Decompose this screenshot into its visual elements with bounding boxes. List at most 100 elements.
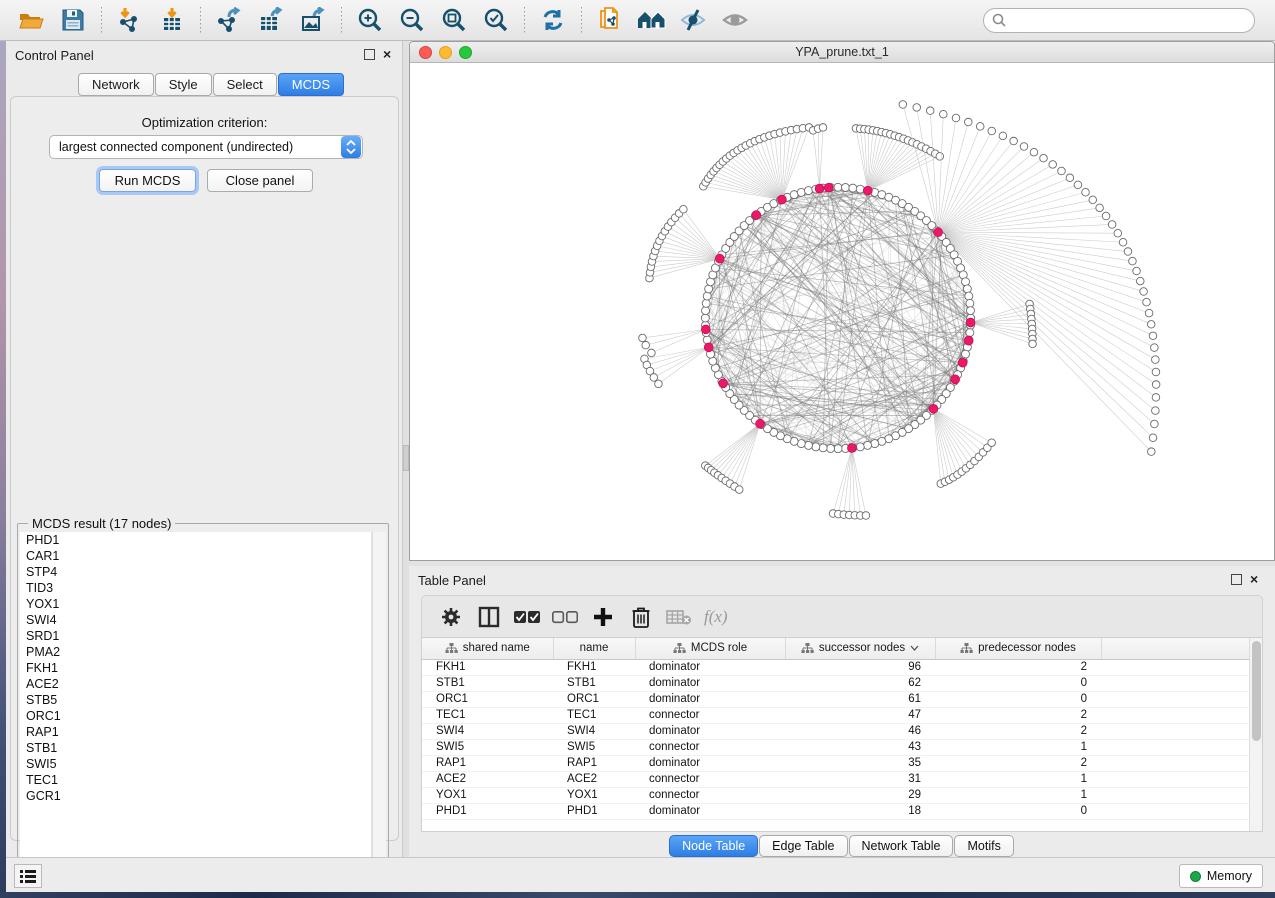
table-cell[interactable]: FKH1: [422, 659, 553, 675]
result-node-item[interactable]: TID3: [20, 580, 371, 596]
zoom-selected-button[interactable]: [481, 5, 511, 35]
table-cell[interactable]: 2: [935, 755, 1101, 771]
table-cell[interactable]: 29: [785, 787, 935, 803]
graph-node-dominator[interactable]: [815, 184, 824, 193]
hide-details-button[interactable]: [679, 5, 709, 35]
graph-node-dominator[interactable]: [719, 379, 728, 388]
table-cell[interactable]: STB1: [422, 675, 553, 691]
export-image-button[interactable]: [298, 5, 328, 35]
table-cell[interactable]: 18: [785, 803, 935, 819]
table-cell[interactable]: TEC1: [422, 707, 553, 723]
result-node-item[interactable]: SRD1: [20, 628, 371, 644]
result-node-item[interactable]: STB5: [20, 692, 371, 708]
graph-node-dominator[interactable]: [704, 343, 713, 352]
table-cell[interactable]: 61: [785, 691, 935, 707]
graph-node-dominator[interactable]: [756, 419, 765, 428]
graph-node-dominator[interactable]: [701, 325, 710, 334]
graph-node-dominator[interactable]: [752, 211, 761, 220]
table-settings-button[interactable]: [436, 602, 466, 632]
table-cell[interactable]: dominator: [635, 659, 785, 675]
table-row[interactable]: STB1STB1dominator620: [422, 675, 1250, 691]
column-header-MCDS-role[interactable]: MCDS role: [635, 638, 785, 659]
table-scrollbar[interactable]: [1249, 638, 1262, 831]
table-cell[interactable]: connector: [635, 787, 785, 803]
table-cell[interactable]: 0: [935, 691, 1101, 707]
column-header-name[interactable]: name: [553, 638, 635, 659]
table-row[interactable]: RAP1RAP1dominator352: [422, 755, 1250, 771]
graph-node-dominator[interactable]: [934, 228, 943, 237]
zoom-in-button[interactable]: [355, 5, 385, 35]
table-row[interactable]: ORC1ORC1dominator610: [422, 691, 1250, 707]
result-node-item[interactable]: ORC1: [20, 708, 371, 724]
table-cell[interactable]: YOX1: [422, 787, 553, 803]
result-node-item[interactable]: YOX1: [20, 596, 371, 612]
save-session-button[interactable]: [58, 5, 88, 35]
graph-node-dominator[interactable]: [951, 375, 960, 384]
float-panel-button[interactable]: [364, 49, 375, 60]
table-cell[interactable]: 0: [935, 675, 1101, 691]
result-node-item[interactable]: RAP1: [20, 724, 371, 740]
show-details-button[interactable]: [721, 5, 751, 35]
table-row[interactable]: TEC1TEC1connector472: [422, 707, 1250, 723]
table-cell[interactable]: TEC1: [553, 707, 635, 723]
export-table-button[interactable]: [256, 5, 286, 35]
table-cell[interactable]: ACE2: [553, 771, 635, 787]
table-cell[interactable]: 35: [785, 755, 935, 771]
memory-button[interactable]: Memory: [1179, 864, 1263, 888]
table-cell[interactable]: 47: [785, 707, 935, 723]
table-cell[interactable]: YOX1: [553, 787, 635, 803]
tab-network-table[interactable]: Network Table: [849, 835, 954, 857]
table-cell[interactable]: ORC1: [422, 691, 553, 707]
result-node-item[interactable]: STP4: [20, 564, 371, 580]
tab-node-table[interactable]: Node Table: [669, 835, 758, 857]
graph-node-dominator[interactable]: [966, 318, 975, 327]
graph-node-dominator[interactable]: [863, 186, 872, 195]
table-row[interactable]: FKH1FKH1dominator962: [422, 659, 1250, 675]
result-node-item[interactable]: CAR1: [20, 548, 371, 564]
mcds-result-list[interactable]: PHD1CAR1STP4TID3YOX1SWI4SRD1PMA2FKH1ACE2…: [20, 532, 372, 891]
table-row[interactable]: YOX1YOX1connector291: [422, 787, 1250, 803]
table-cell[interactable]: 31: [785, 771, 935, 787]
table-row[interactable]: PHD1PHD1dominator180: [422, 803, 1250, 819]
refresh-view-button[interactable]: [538, 5, 568, 35]
task-history-button[interactable]: [14, 864, 42, 888]
table-cell[interactable]: 1: [935, 739, 1101, 755]
float-table-panel-button[interactable]: [1231, 574, 1242, 585]
table-cell[interactable]: PHD1: [422, 803, 553, 819]
delete-column-button[interactable]: [626, 602, 656, 632]
open-session-button[interactable]: [16, 5, 46, 35]
table-row[interactable]: SWI4SWI4dominator462: [422, 723, 1250, 739]
column-header-successor-nodes[interactable]: successor nodes: [785, 638, 935, 659]
table-cell[interactable]: 96: [785, 659, 935, 675]
tab-select[interactable]: Select: [213, 73, 277, 96]
result-node-item[interactable]: ACE2: [20, 676, 371, 692]
table-cell[interactable]: connector: [635, 771, 785, 787]
select-all-button[interactable]: [512, 602, 542, 632]
table-cell[interactable]: 2: [935, 659, 1101, 675]
table-cell[interactable]: ORC1: [553, 691, 635, 707]
tab-style[interactable]: Style: [155, 73, 212, 96]
graph-node-dominator[interactable]: [824, 183, 833, 192]
table-cell[interactable]: dominator: [635, 675, 785, 691]
result-node-item[interactable]: PHD1: [20, 532, 371, 548]
graph-node-dominator[interactable]: [715, 254, 724, 263]
graph-node-dominator[interactable]: [958, 358, 967, 367]
zoom-fit-button[interactable]: [439, 5, 469, 35]
table-cell[interactable]: dominator: [635, 723, 785, 739]
close-table-panel-button[interactable]: ×: [1250, 571, 1258, 587]
column-header-predecessor-nodes[interactable]: predecessor nodes: [935, 638, 1101, 659]
table-cell[interactable]: 43: [785, 739, 935, 755]
table-cell[interactable]: connector: [635, 739, 785, 755]
criterion-select[interactable]: largest connected component (undirected): [49, 135, 363, 159]
result-node-item[interactable]: STB1: [20, 740, 371, 756]
clone-network-button[interactable]: [595, 5, 625, 35]
graph-node-dominator[interactable]: [847, 444, 856, 453]
table-row[interactable]: SWI5SWI5connector431: [422, 739, 1250, 755]
graph-node-dominator[interactable]: [964, 336, 973, 345]
export-network-button[interactable]: [214, 5, 244, 35]
table-cell[interactable]: 2: [935, 723, 1101, 739]
table-cell[interactable]: RAP1: [553, 755, 635, 771]
result-node-item[interactable]: PMA2: [20, 644, 371, 660]
run-mcds-button[interactable]: Run MCDS: [99, 169, 196, 192]
table-cell[interactable]: SWI4: [422, 723, 553, 739]
